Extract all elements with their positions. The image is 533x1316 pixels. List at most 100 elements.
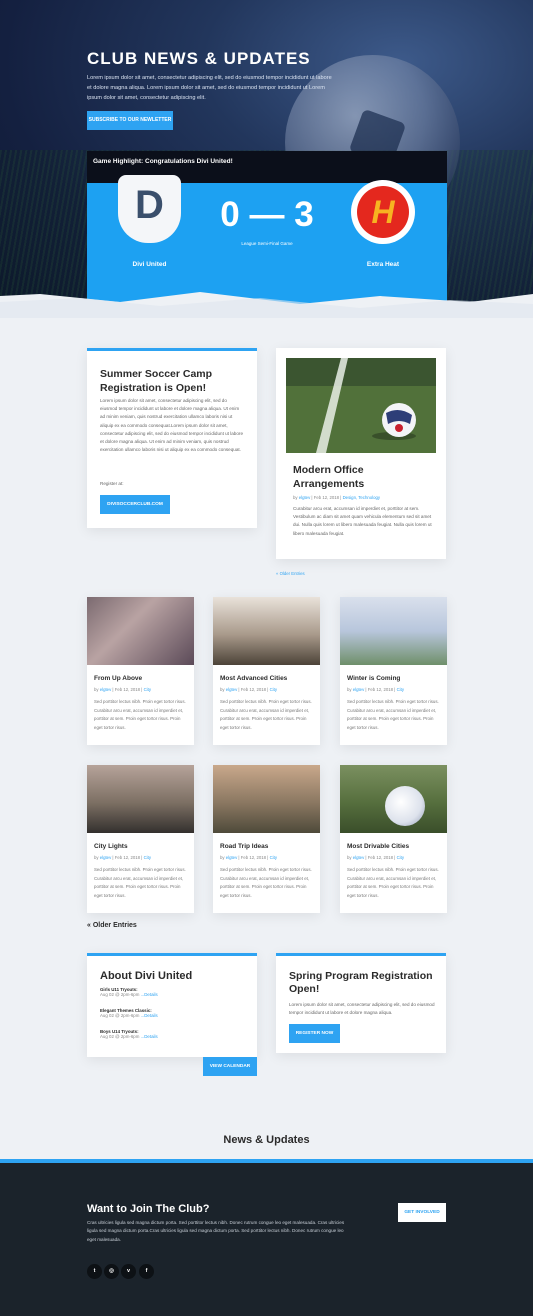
camp-card: Summer Soccer Camp Registration is Open!… (87, 348, 257, 528)
event-date: Aug 02 @ 2pm-6pm (100, 1013, 140, 1018)
post-category[interactable]: City (270, 855, 277, 860)
game-highlight-text: Game Highlight: Congratulations Divi Uni… (93, 158, 233, 165)
event-details-link[interactable]: ...Details (141, 992, 158, 997)
hero-wave-divider (0, 292, 533, 318)
divi-united-shield-logo: D (118, 175, 181, 243)
event-item: Boys U14 Tryouts: Aug 02 @ 2pm-6pm ...De… (100, 1029, 158, 1039)
post-image[interactable] (213, 597, 320, 665)
hero-title: CLUB NEWS & UPDATES (87, 49, 311, 68)
post-category[interactable]: City (397, 855, 404, 860)
post-author[interactable]: elgtev (226, 687, 237, 692)
office-post-card[interactable]: Modern Office Arrangements by elgtev | F… (276, 348, 446, 559)
facebook-icon[interactable]: f (139, 1264, 154, 1279)
hero-text: Lorem ipsum dolor sit amet, consectetur … (87, 75, 332, 101)
post-meta: by elgtev | Feb 12, 2018 | City (220, 687, 277, 692)
meta-by: by (293, 495, 298, 500)
footer: Want to Join The Club? Cras ultricies li… (0, 1159, 533, 1316)
register-now-button[interactable]: REGISTER NOW (289, 1024, 340, 1043)
post-author[interactable]: elgtev (353, 687, 364, 692)
meta-by: by (220, 687, 225, 692)
camp-body: Lorem ipsum dolor sit amet, consectetur … (100, 398, 243, 453)
event-details-link[interactable]: ...Details (141, 1013, 158, 1018)
shield-letter: D (135, 183, 164, 227)
post-title[interactable]: City Lights (94, 843, 128, 850)
get-involved-button[interactable]: GET INVOLVED (398, 1203, 446, 1222)
meta-by: by (347, 687, 352, 692)
post-excerpt: Sed porttitor lectus nibh. Proin eget to… (347, 867, 439, 898)
spring-body: Lorem ipsum dolor sit amet, consectetur … (289, 1002, 435, 1016)
post-title[interactable]: Road Trip Ideas (220, 843, 268, 850)
post-category[interactable]: City (397, 687, 404, 692)
post-author[interactable]: elgtev (100, 687, 111, 692)
post-meta: by elgtev | Feb 12, 2018 | City (220, 855, 277, 860)
spring-card: Spring Program Registration Open! Lorem … (276, 953, 446, 1053)
instagram-icon[interactable]: ◎ (104, 1264, 119, 1279)
news-updates-title: News & Updates (223, 1134, 310, 1146)
view-calendar-button[interactable]: VIEW CALENDAR (203, 1057, 257, 1076)
post-author[interactable]: elgtev (226, 855, 237, 860)
post-author[interactable]: elgtev (100, 855, 111, 860)
post-meta: by elgtev | Feb 12, 2018 | City (94, 687, 151, 692)
office-post-author[interactable]: elgtev (299, 495, 310, 500)
meta-by: by (94, 855, 99, 860)
post-author[interactable]: elgtev (353, 855, 364, 860)
footer-title: Want to Join The Club? (87, 1203, 210, 1215)
post-date: Feb 12, 2018 (240, 687, 267, 692)
post-date: Feb 12, 2018 (240, 855, 267, 860)
post-meta: by elgtev | Feb 12, 2018 | City (94, 855, 151, 860)
post-card[interactable]: Road Trip Ideas by elgtev | Feb 12, 2018… (213, 765, 320, 913)
post-card[interactable]: From Up Above by elgtev | Feb 12, 2018 |… (87, 597, 194, 745)
post-card[interactable]: Most Advanced Cities by elgtev | Feb 12,… (213, 597, 320, 745)
post-date: Feb 12, 2018 (114, 687, 141, 692)
game-subtitle: League Semi-Final Game (241, 241, 293, 246)
office-post-date: Feb 12, 2018 (313, 495, 340, 500)
office-post-categories[interactable]: Design, Technology (343, 495, 380, 500)
office-post-title[interactable]: Modern Office Arrangements (293, 463, 433, 491)
post-title[interactable]: Most Drivable Cities (347, 843, 409, 850)
camp-site-button[interactable]: DIVISOCCERCLUB.COM (100, 495, 170, 514)
older-entries-link-small[interactable]: « Older Entries (276, 571, 305, 576)
post-date: Feb 12, 2018 (367, 855, 394, 860)
meta-by: by (220, 855, 225, 860)
camp-register-text: Register at: (100, 481, 124, 486)
twitter-icon[interactable]: t (87, 1264, 102, 1279)
office-post-body: Curabitur arcu erat, accumsan id imperdi… (293, 506, 432, 536)
vimeo-icon[interactable]: v (121, 1264, 136, 1279)
meta-by: by (347, 855, 352, 860)
event-date: Aug 02 @ 2pm-6pm (100, 1034, 140, 1039)
about-title: About Divi United (100, 970, 193, 982)
event-details-link[interactable]: ...Details (141, 1034, 158, 1039)
footer-body: Cras ultricies ligula sed magna dictum p… (87, 1220, 345, 1242)
office-post-image (286, 358, 436, 453)
post-card[interactable]: City Lights by elgtev | Feb 12, 2018 | C… (87, 765, 194, 913)
post-date: Feb 12, 2018 (367, 687, 394, 692)
post-image[interactable] (340, 597, 447, 665)
extra-heat-letter: H (357, 186, 409, 238)
meta-by: by (94, 687, 99, 692)
post-category[interactable]: City (144, 855, 151, 860)
older-entries-link[interactable]: « Older Entries (87, 922, 137, 929)
event-date: Aug 02 @ 2pm-6pm (100, 992, 140, 997)
post-meta: by elgtev | Feb 12, 2018 | City (347, 687, 404, 692)
post-category[interactable]: City (144, 687, 151, 692)
post-date: Feb 12, 2018 (114, 855, 141, 860)
post-excerpt: Sed porttitor lectus nibh. Proin eget to… (94, 867, 186, 898)
subscribe-button[interactable]: SUBSCRIBE TO OUR NEWLETTER (87, 111, 173, 130)
spring-title: Spring Program Registration Open! (289, 970, 433, 995)
post-category[interactable]: City (270, 687, 277, 692)
post-title[interactable]: Winter is Coming (347, 675, 400, 682)
post-image[interactable] (213, 765, 320, 833)
about-card: About Divi United Girls U11 Tryouts: Aug… (87, 953, 257, 1057)
post-card[interactable]: Winter is Coming by elgtev | Feb 12, 201… (340, 597, 447, 745)
extra-heat-logo: H (351, 180, 415, 244)
post-title[interactable]: From Up Above (94, 675, 142, 682)
post-image[interactable] (87, 765, 194, 833)
camp-title: Summer Soccer Camp Registration is Open! (100, 368, 213, 394)
event-item: Girls U11 Tryouts: Aug 02 @ 2pm-6pm ...D… (100, 987, 158, 997)
post-excerpt: Sed porttitor lectus nibh. Proin eget to… (347, 699, 439, 730)
post-card[interactable]: Most Drivable Cities by elgtev | Feb 12,… (340, 765, 447, 913)
post-title[interactable]: Most Advanced Cities (220, 675, 287, 682)
post-meta: by elgtev | Feb 12, 2018 | City (347, 855, 404, 860)
post-image[interactable] (87, 597, 194, 665)
hero-section: CLUB NEWS & UPDATES Lorem ipsum dolor si… (0, 0, 533, 310)
